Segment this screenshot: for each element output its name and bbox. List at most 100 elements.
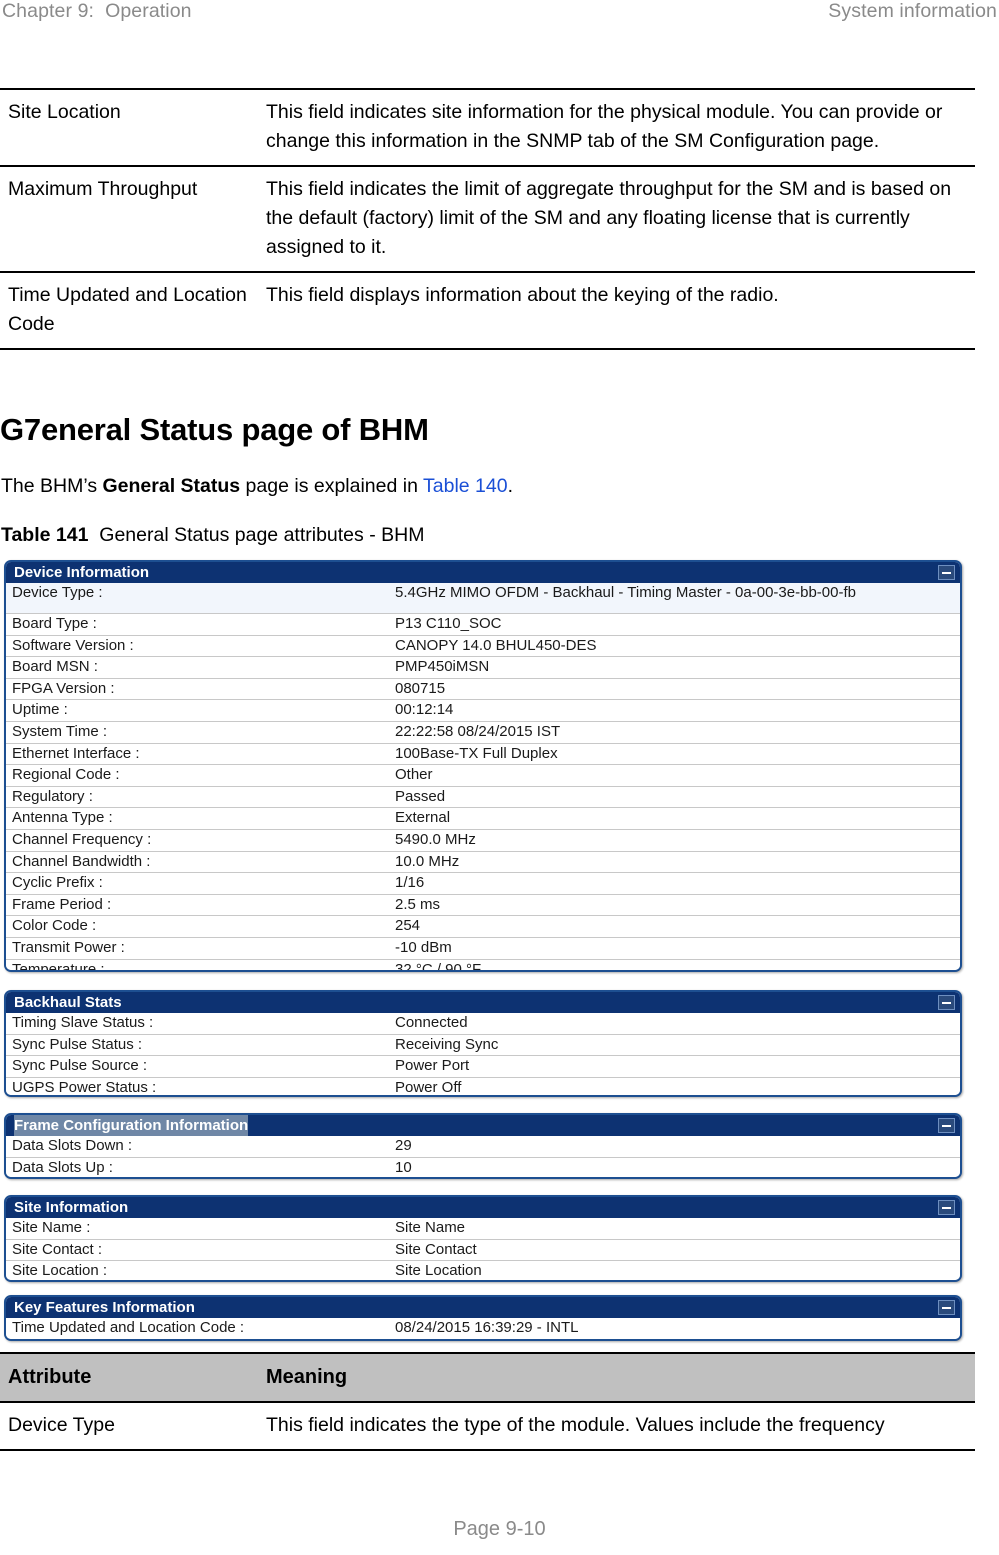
field-value: 100Base-TX Full Duplex xyxy=(395,744,558,762)
field-row: Channel Frequency : 5490.0 MHz xyxy=(6,830,960,852)
field-row: Frame Period : 2.5 ms xyxy=(6,895,960,917)
field-value: 29 xyxy=(395,1137,412,1154)
panel-header-frame-configuration-information[interactable]: Frame Configuration Information xyxy=(6,1115,960,1136)
minus-icon[interactable] xyxy=(938,1118,955,1133)
field-label: Uptime : xyxy=(12,701,68,719)
field-label: Board Type : xyxy=(12,615,97,632)
panel-title: Device Information xyxy=(14,564,150,581)
field-row: Transmit Power : -10 dBm xyxy=(6,938,960,960)
field-label: Temperature : xyxy=(12,960,105,972)
attributes-table-continued: Site Location This field indicates site … xyxy=(0,88,975,350)
table-cell-attribute: Time Updated and Location Code xyxy=(8,284,247,335)
field-value: Passed xyxy=(395,787,446,805)
page-number: Page 9-10 xyxy=(453,1518,546,1540)
table-cell-attribute: Device Type xyxy=(8,1414,115,1436)
field-value: 080715 xyxy=(395,679,446,697)
attributes-table-bhm: Attribute Meaning Device Type This field… xyxy=(0,1352,975,1451)
field-row: UGPS Power Status : Power Off xyxy=(6,1078,960,1096)
panel-header-key-features-information[interactable]: Key Features Information xyxy=(6,1297,960,1318)
field-value: 32 °C / 90 °F xyxy=(395,960,482,972)
field-value: 10.0 MHz xyxy=(395,852,460,870)
field-value: 2.5 ms xyxy=(395,895,441,913)
field-label: Board MSN : xyxy=(12,658,98,676)
field-row: Uptime : 00:12:14 xyxy=(6,700,960,722)
field-value: 00:12:14 xyxy=(395,701,454,719)
field-row: Board Type : P13 C110_SOC xyxy=(6,614,960,636)
field-row: Timing Slave Status : Connected xyxy=(6,1013,960,1035)
field-value: Power Off xyxy=(395,1078,462,1096)
field-label: Ethernet Interface : xyxy=(12,744,140,762)
field-value: 22:22:58 08/24/2015 IST xyxy=(395,722,561,740)
field-row: Cyclic Prefix : 1/16 xyxy=(6,873,960,895)
field-label: Site Name : xyxy=(12,1219,91,1236)
panel-site-information: Site Information Site Name : Site Name S… xyxy=(4,1195,962,1282)
page-footer: Page 9-10 xyxy=(0,1518,999,1541)
field-value: 08/24/2015 16:39:29 - INTL xyxy=(395,1319,579,1336)
table-row: Site Location This field indicates site … xyxy=(0,89,975,166)
column-header-attribute: Attribute xyxy=(0,1353,256,1402)
field-row: FPGA Version : 080715 xyxy=(6,679,960,701)
panel-body-device-information: Device Type : 5.4GHz MIMO OFDM - Backhau… xyxy=(6,583,960,972)
field-value: P13 C110_SOC xyxy=(395,615,502,632)
field-value: Site Contact xyxy=(395,1240,477,1258)
field-row: Device Type : 5.4GHz MIMO OFDM - Backhau… xyxy=(6,583,960,614)
field-row: Time Updated and Location Code : 08/24/2… xyxy=(6,1318,960,1339)
table-cell-meaning: This field indicates site information fo… xyxy=(266,101,943,152)
panel-device-information: Device Information Device Type : 5.4GHz … xyxy=(4,560,962,972)
field-row: Board MSN : PMP450iMSN xyxy=(6,657,960,679)
minus-icon[interactable] xyxy=(938,565,955,580)
field-row: Site Contact : Site Contact xyxy=(6,1240,960,1262)
minus-icon[interactable] xyxy=(938,995,955,1010)
table-cell-attribute: Maximum Throughput xyxy=(8,178,198,200)
panel-title: Key Features Information xyxy=(14,1299,195,1316)
field-value: External xyxy=(395,809,451,827)
panel-key-features-information: Key Features Information Time Updated an… xyxy=(4,1295,962,1341)
field-label: Sync Pulse Source : xyxy=(12,1057,148,1075)
para-text-1: The BHM’s xyxy=(1,475,103,497)
running-header-left: Chapter 9: Operation xyxy=(2,0,192,22)
panel-title: Frame Configuration Information xyxy=(14,1115,249,1136)
cross-reference-link[interactable]: Table 140 xyxy=(423,475,508,497)
field-label: Color Code : xyxy=(12,917,97,935)
panel-header-device-information[interactable]: Device Information xyxy=(6,562,960,583)
field-label: Time Updated and Location Code : xyxy=(12,1319,245,1336)
table-cell-meaning: This field indicates the type of the mod… xyxy=(266,1414,885,1436)
field-value: Site Name xyxy=(395,1219,466,1236)
table-caption-text: General Status page attributes - BHM xyxy=(99,524,425,546)
panel-header-site-information[interactable]: Site Information xyxy=(6,1197,960,1218)
para-bold-general-status: General Status xyxy=(102,475,241,497)
field-row: System Time : 22:22:58 08/24/2015 IST xyxy=(6,722,960,744)
panel-title: Site Information xyxy=(14,1199,129,1216)
table-row: Time Updated and Location Code This fiel… xyxy=(0,272,975,349)
section-paragraph: The BHM’s General Status page is explain… xyxy=(1,473,513,499)
minus-icon[interactable] xyxy=(938,1300,955,1315)
field-row: Ethernet Interface : 100Base-TX Full Dup… xyxy=(6,744,960,766)
field-label: Channel Bandwidth : xyxy=(12,852,151,870)
field-label: Channel Frequency : xyxy=(12,830,152,848)
column-header-meaning: Meaning xyxy=(256,1353,975,1402)
field-row: Temperature : 32 °C / 90 °F xyxy=(6,960,960,972)
field-label: Regional Code : xyxy=(12,766,120,784)
table-cell-meaning: This field indicates the limit of aggreg… xyxy=(266,178,952,258)
field-row: Sync Pulse Source : Power Port xyxy=(6,1056,960,1078)
field-label: Antenna Type : xyxy=(12,809,113,827)
field-label: Transmit Power : xyxy=(12,938,125,956)
field-label: Data Slots Up : xyxy=(12,1158,113,1176)
field-value: -10 dBm xyxy=(395,938,452,956)
table-row: Device Type This field indicates the typ… xyxy=(0,1402,975,1450)
table-cell-meaning: This field displays information about th… xyxy=(266,284,779,306)
field-label: Software Version : xyxy=(12,636,134,654)
field-row: Sync Pulse Status : Receiving Sync xyxy=(6,1035,960,1057)
field-label: Site Contact : xyxy=(12,1240,103,1258)
field-row: Regulatory : Passed xyxy=(6,787,960,809)
field-value: Other xyxy=(395,766,433,784)
field-label: Timing Slave Status : xyxy=(12,1014,154,1031)
field-row: Color Code : 254 xyxy=(6,916,960,938)
minus-icon[interactable] xyxy=(938,1200,955,1215)
field-row: Regional Code : Other xyxy=(6,765,960,787)
running-header: Chapter 9: Operation System information xyxy=(0,0,999,30)
panel-header-backhaul-stats[interactable]: Backhaul Stats xyxy=(6,992,960,1013)
table-cell-attribute: Site Location xyxy=(8,101,121,123)
field-row: Antenna Type : External xyxy=(6,808,960,830)
field-row: Site Location : Site Location xyxy=(6,1261,960,1280)
